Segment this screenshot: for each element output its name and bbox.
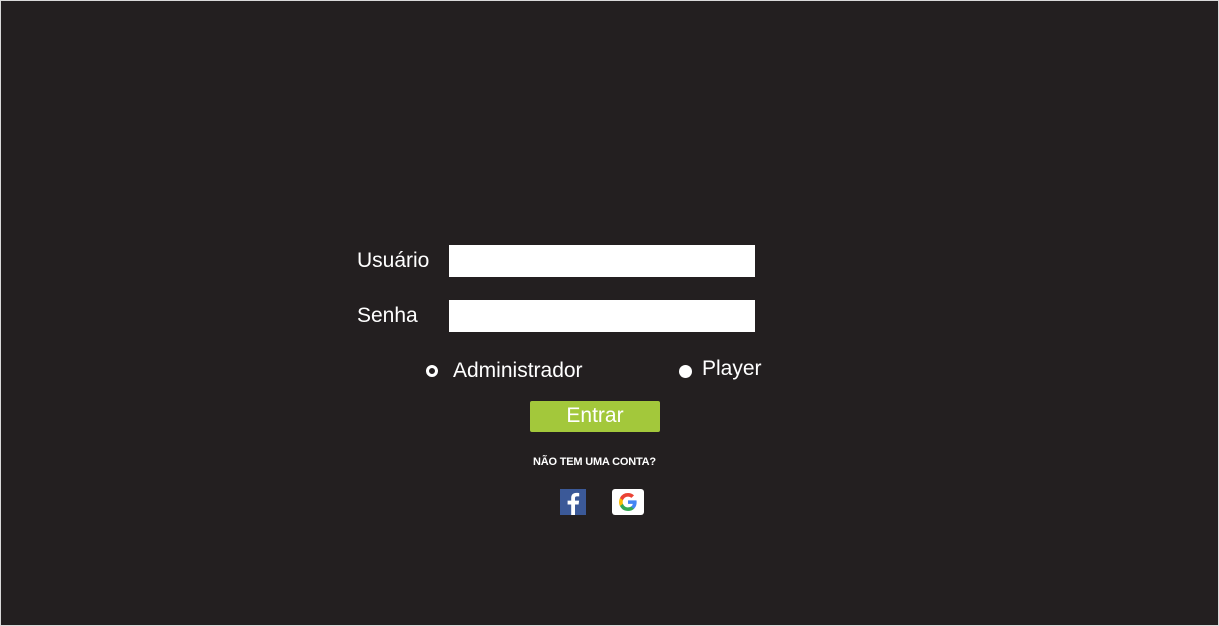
radio-administrador[interactable] [426, 365, 438, 377]
username-input[interactable] [449, 245, 755, 277]
radio-player[interactable] [679, 365, 692, 378]
facebook-icon[interactable] [560, 489, 586, 515]
password-input[interactable] [449, 300, 755, 332]
google-icon[interactable] [612, 489, 644, 515]
login-screen: Usuário Senha Administrador Player Entra… [0, 0, 1219, 626]
username-label: Usuário [357, 249, 430, 272]
password-label: Senha [357, 304, 418, 327]
signup-link[interactable]: NÃO TEM UMA CONTA? [1, 456, 1188, 468]
radio-player-label[interactable]: Player [702, 357, 762, 381]
enter-button[interactable]: Entrar [530, 401, 660, 432]
radio-administrador-label[interactable]: Administrador [453, 359, 583, 383]
